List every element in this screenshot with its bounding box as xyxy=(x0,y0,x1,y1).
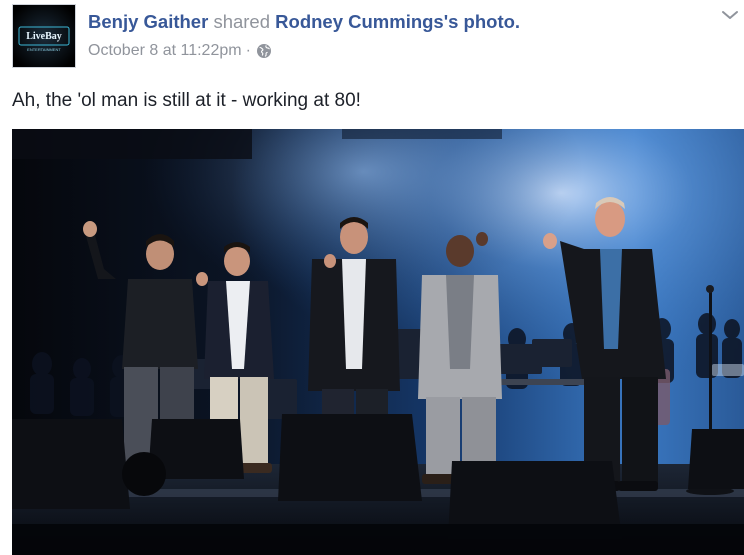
post-timestamp[interactable]: October 8 at 11:22pm xyxy=(88,40,242,62)
post-header: Benjy Gaither shared Rodney Cummings's p… xyxy=(88,10,520,34)
logo-text: LiveBay xyxy=(26,31,62,42)
concert-photo xyxy=(12,129,744,555)
livebay-logo: LiveBay ENTERTAINMENT xyxy=(13,5,75,67)
feed-post: LiveBay ENTERTAINMENT Benjy Gaither shar… xyxy=(0,0,744,555)
post-photo[interactable] xyxy=(12,129,744,555)
author-link[interactable]: Benjy Gaither xyxy=(88,11,208,32)
source-author-link[interactable]: Rodney Cummings xyxy=(275,11,444,32)
post-meta: October 8 at 11:22pm · xyxy=(88,40,272,62)
post-caption: Ah, the 'ol man is still at it - working… xyxy=(12,90,361,111)
logo-subtext: ENTERTAINMENT xyxy=(27,47,61,52)
chevron-down-icon[interactable] xyxy=(720,8,740,22)
shared-text: shared xyxy=(213,11,271,32)
globe-icon[interactable] xyxy=(256,43,272,59)
profile-avatar[interactable]: LiveBay ENTERTAINMENT xyxy=(12,4,76,68)
meta-separator: · xyxy=(245,42,251,59)
photo-link[interactable]: 's photo. xyxy=(444,11,520,32)
